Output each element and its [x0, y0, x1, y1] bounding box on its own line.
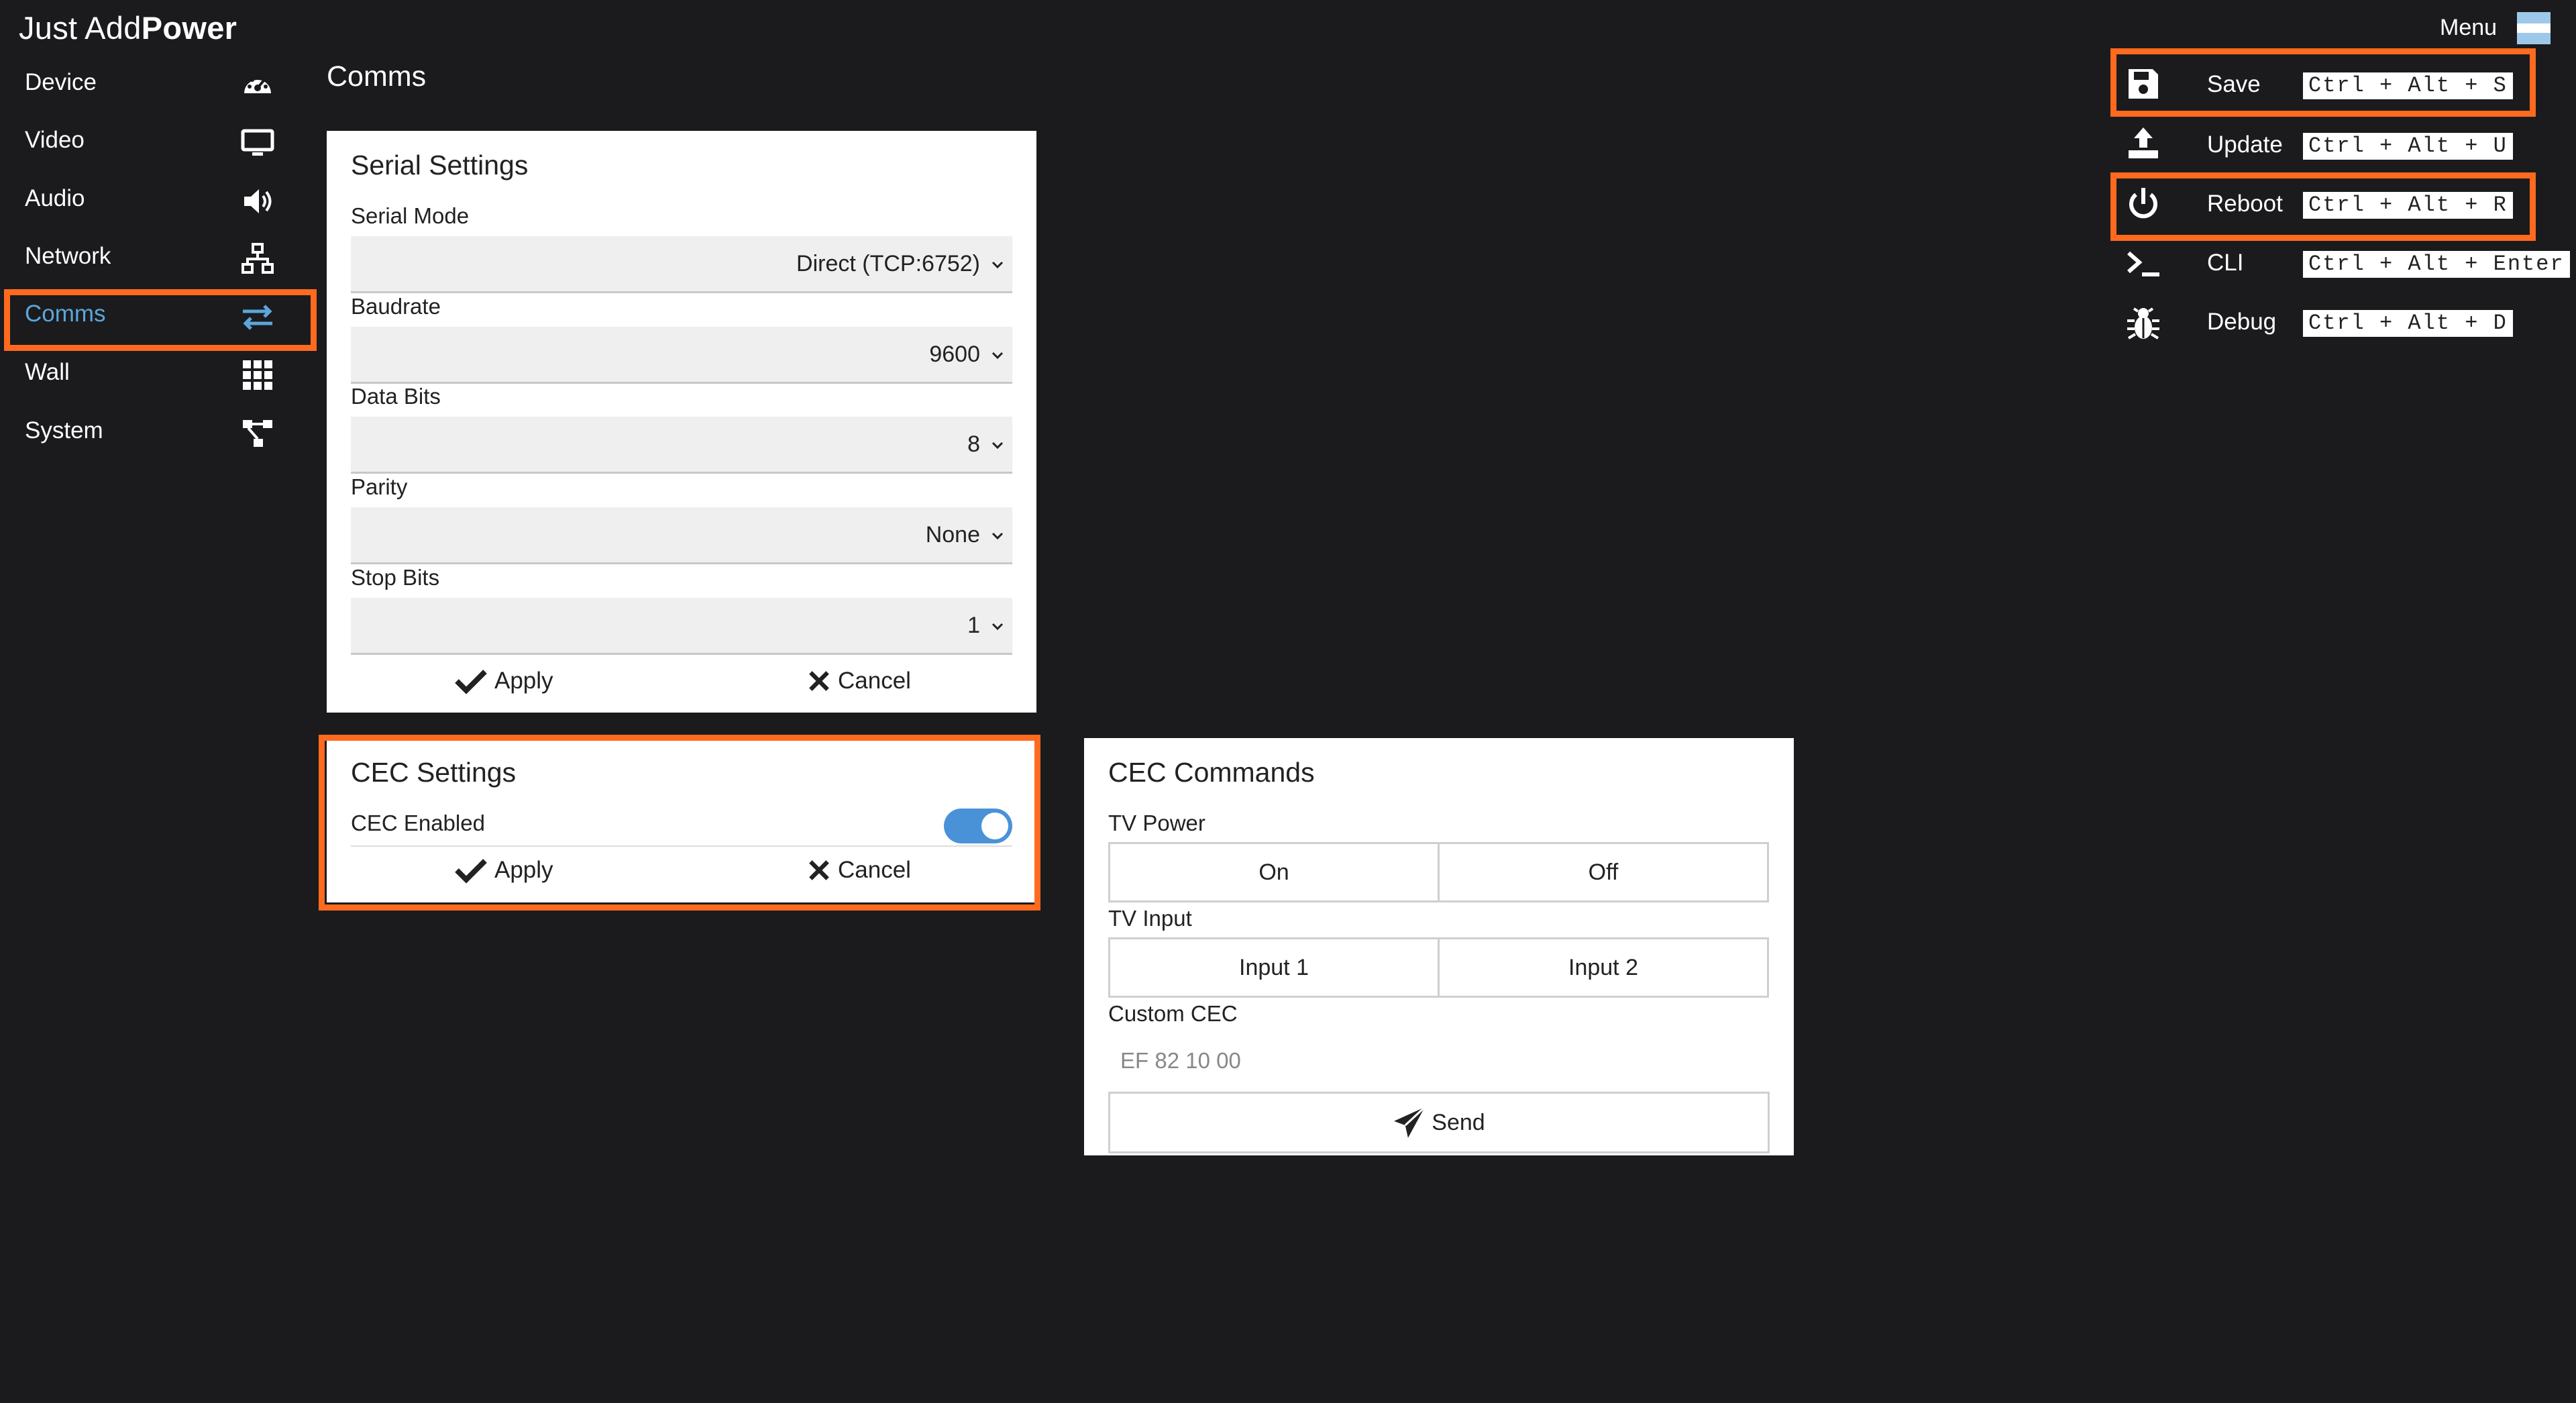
- send-label: Send: [1432, 1109, 1485, 1135]
- tv-input-label: TV Input: [1108, 906, 1192, 931]
- data-bits-label: Data Bits: [351, 384, 441, 409]
- tv-input-2-button[interactable]: Input 2: [1438, 937, 1769, 998]
- page-title: Comms: [327, 60, 427, 93]
- parity-value: None: [925, 522, 980, 548]
- menu-label[interactable]: Menu: [2440, 15, 2497, 41]
- cec-commands-title: CEC Commands: [1108, 757, 1315, 788]
- sidebar-item-label: Audio: [25, 185, 85, 211]
- stop-bits-select[interactable]: 1: [351, 598, 1012, 655]
- stop-bits-label: Stop Bits: [351, 565, 440, 590]
- system-icon: [240, 416, 275, 451]
- tv-power-on-button[interactable]: On: [1108, 842, 1440, 902]
- baudrate-select[interactable]: 9600: [351, 327, 1012, 384]
- chevron-down-icon: [989, 256, 1006, 272]
- serial-mode-select[interactable]: Direct (TCP:6752): [351, 236, 1012, 293]
- send-button[interactable]: Send: [1108, 1092, 1770, 1153]
- serial-mode-label: Serial Mode: [351, 203, 470, 228]
- chevron-down-icon: [989, 618, 1006, 634]
- sidebar-item-system[interactable]: System: [9, 405, 311, 460]
- update-menu-label[interactable]: Update: [2207, 132, 2283, 158]
- checkmark-icon: [455, 669, 487, 694]
- sidebar-item-audio[interactable]: Audio: [9, 173, 311, 228]
- data-bits-value: 8: [967, 431, 980, 457]
- debug-shortcut: Ctrl + Alt + D: [2303, 310, 2513, 337]
- tv-input-1-button[interactable]: Input 1: [1108, 937, 1440, 998]
- terminal-icon[interactable]: [2125, 245, 2162, 282]
- grid-icon: [240, 358, 275, 393]
- cec-commands-card: CEC Commands TV Power On Off TV Input In…: [1084, 738, 1794, 1155]
- update-shortcut: Ctrl + Alt + U: [2303, 133, 2513, 160]
- parity-label: Parity: [351, 474, 408, 499]
- sidebar-item-device[interactable]: Device: [9, 57, 311, 112]
- serial-settings-card: Serial Settings Serial Mode Direct (TCP:…: [327, 131, 1036, 713]
- serial-apply-label: Apply: [494, 667, 553, 694]
- close-icon: [809, 670, 829, 691]
- gauge-icon: [240, 68, 275, 103]
- reboot-highlight-box: [2110, 172, 2536, 241]
- stop-bits-value: 1: [967, 613, 980, 638]
- flag-icon[interactable]: [2517, 12, 2551, 44]
- sidebar-item-network[interactable]: Network: [9, 231, 311, 286]
- serial-settings-title: Serial Settings: [351, 150, 529, 180]
- brand-bold-text: Power: [141, 10, 237, 46]
- sidebar-item-label: Video: [25, 127, 85, 153]
- speaker-icon: [240, 184, 275, 219]
- sidebar-item-wall[interactable]: Wall: [9, 347, 311, 402]
- chevron-down-icon: [989, 527, 1006, 543]
- custom-cec-label: Custom CEC: [1108, 1001, 1238, 1026]
- baudrate-value: 9600: [929, 342, 980, 367]
- serial-mode-value: Direct (TCP:6752): [796, 251, 980, 276]
- serial-apply-button[interactable]: Apply: [454, 666, 553, 694]
- brand-light-text: Just Add: [19, 10, 142, 46]
- chevron-down-icon: [989, 347, 1006, 363]
- sidebar-item-label: System: [25, 417, 103, 444]
- sidebar-item-label: Wall: [25, 359, 70, 385]
- upload-icon[interactable]: [2125, 125, 2162, 162]
- sidebar-item-label: Network: [25, 243, 111, 269]
- chevron-down-icon: [989, 437, 1006, 453]
- data-bits-select[interactable]: 8: [351, 417, 1012, 474]
- cec-settings-highlight-box: [319, 735, 1040, 911]
- network-icon: [240, 242, 275, 276]
- comms-highlight-box: [4, 289, 317, 351]
- brand-logo: Just AddPower: [19, 9, 237, 46]
- custom-cec-input[interactable]: EF 82 10 00: [1120, 1048, 1241, 1074]
- monitor-icon: [240, 125, 275, 160]
- sidebar-item-label: Device: [25, 69, 97, 95]
- sidebar-item-video[interactable]: Video: [9, 115, 311, 170]
- serial-cancel-label: Cancel: [838, 667, 911, 694]
- debug-menu-label[interactable]: Debug: [2207, 309, 2276, 335]
- baudrate-label: Baudrate: [351, 294, 441, 319]
- serial-cancel-button[interactable]: Cancel: [807, 666, 911, 694]
- tv-power-label: TV Power: [1108, 811, 1205, 835]
- bug-icon[interactable]: [2125, 305, 2162, 342]
- save-highlight-box: [2110, 48, 2536, 117]
- paper-plane-icon: [1394, 1106, 1426, 1138]
- tv-power-off-button[interactable]: Off: [1438, 842, 1769, 902]
- cli-shortcut: Ctrl + Alt + Enter: [2303, 251, 2570, 278]
- parity-select[interactable]: None: [351, 507, 1012, 564]
- cli-menu-label[interactable]: CLI: [2207, 250, 2243, 276]
